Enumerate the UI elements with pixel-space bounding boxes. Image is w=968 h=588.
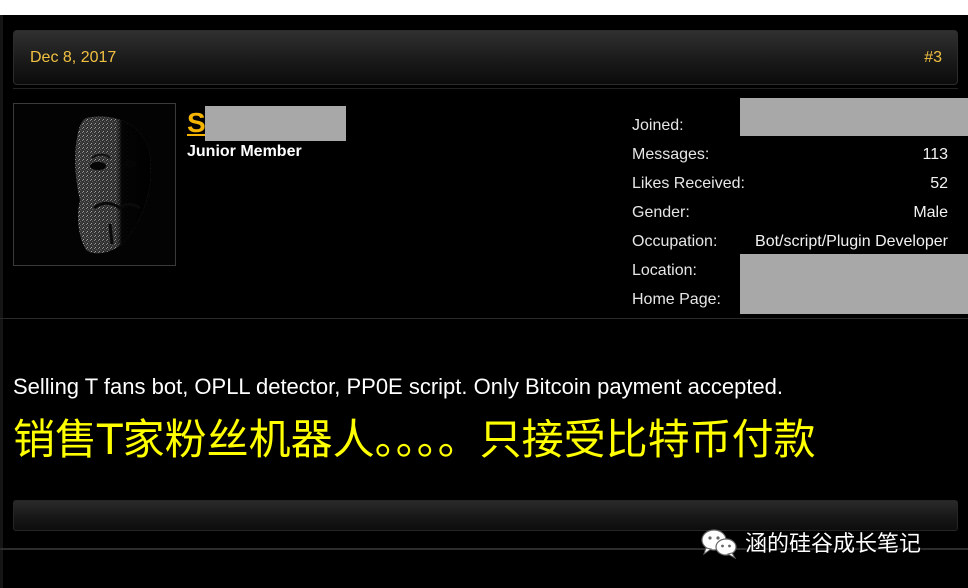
- top-white-strip: [0, 0, 968, 15]
- info-label: Messages:: [632, 146, 710, 163]
- joined-redaction-box: [740, 98, 968, 136]
- info-row-messages: Messages: 113: [632, 145, 948, 165]
- post-body-divider: [0, 318, 968, 319]
- frame-edge: [0, 15, 3, 588]
- user-rank: Junior Member: [187, 143, 302, 160]
- post-message: Selling T fans bot, OPLL detector, PP0E …: [13, 374, 784, 399]
- header-divider: [13, 88, 958, 89]
- post-date: Dec 8, 2017: [30, 49, 117, 66]
- info-row-gender: Gender: Male: [632, 203, 948, 223]
- post-footer-bar: [13, 500, 958, 531]
- post-translation-caption: 销售T家粉丝机器人。。。。只接受比特币付款: [13, 415, 816, 464]
- info-row-likes-received: Likes Received: 52: [632, 174, 948, 194]
- info-value: 52: [930, 175, 948, 192]
- watermark-text: 涵的硅谷成长笔记: [745, 532, 922, 557]
- info-value: 113: [922, 146, 948, 163]
- info-value: Male: [913, 204, 948, 221]
- info-label: Likes Received:: [632, 175, 745, 192]
- avatar[interactable]: [13, 103, 176, 266]
- info-value: Bot/script/Plugin Developer: [755, 233, 948, 250]
- info-label: Occupation:: [632, 233, 718, 250]
- info-label: Home Page:: [632, 291, 721, 308]
- info-row-occupation: Occupation: Bot/script/Plugin Developer: [632, 232, 948, 252]
- info-label: Joined:: [632, 117, 684, 134]
- wechat-icon: [701, 529, 737, 559]
- info-label: Location:: [632, 262, 697, 279]
- anonymous-mask-icon: [14, 104, 175, 265]
- location-homepage-redaction-box: [740, 254, 968, 314]
- info-label: Gender:: [632, 204, 690, 221]
- post-number-link[interactable]: #3: [924, 49, 942, 67]
- username-link[interactable]: S: [187, 107, 206, 139]
- username-redaction-box: [205, 106, 346, 141]
- post-header-bar: Dec 8, 2017 #3: [13, 30, 958, 85]
